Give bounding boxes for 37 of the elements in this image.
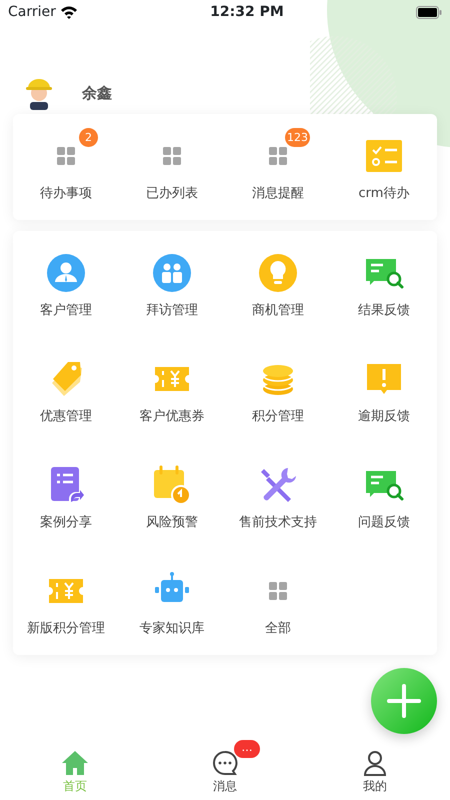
shortcut-label[interactable]: 新版积分管理: [27, 620, 105, 638]
shortcut-label[interactable]: 积分管理: [252, 408, 304, 426]
battery-icon: [416, 6, 442, 18]
person-icon: [46, 253, 86, 293]
shortcut-label[interactable]: 消息提醒: [252, 185, 304, 203]
count-badge: 2: [79, 128, 98, 147]
people-icon: [152, 253, 192, 293]
shortcut-label[interactable]: 拜访管理: [146, 302, 198, 320]
lightbulb-icon: [258, 253, 298, 293]
chat-icon: [212, 750, 238, 776]
shortcut-label[interactable]: 待办事项: [40, 185, 92, 203]
shortcut-label[interactable]: 风险预警: [146, 514, 198, 532]
shortcut-label[interactable]: 全部: [265, 620, 291, 638]
shortcut-label[interactable]: 逾期反馈: [358, 408, 410, 426]
shortcut-label[interactable]: 问题反馈: [358, 514, 410, 532]
carrier-name: Carrier: [8, 2, 56, 22]
shortcut-label[interactable]: 客户管理: [40, 302, 92, 320]
message-badge: …: [234, 740, 260, 758]
shortcut-label[interactable]: 商机管理: [252, 302, 304, 320]
tab-bar-item[interactable]: 我的: [300, 744, 450, 800]
user-icon: [362, 750, 388, 776]
plus-icon: [387, 684, 421, 718]
status-time: 12:32 PM: [210, 2, 284, 22]
shortcut-label[interactable]: 售前技术支持: [239, 514, 317, 532]
shortcut-label[interactable]: 结果反馈: [358, 302, 410, 320]
shortcut-label[interactable]: 案例分享: [40, 514, 92, 532]
shortcut-label[interactable]: crm待办: [358, 185, 410, 203]
user-name: 余鑫: [82, 82, 112, 104]
count-badge: 123: [285, 128, 310, 147]
shortcut-label[interactable]: 专家知识库: [140, 620, 204, 638]
wifi-icon: [60, 5, 78, 19]
shortcut-label[interactable]: 客户优惠券: [140, 408, 204, 426]
calendar-icon: [152, 465, 192, 505]
home-icon: [61, 750, 89, 776]
shortcut-label[interactable]: 优惠管理: [40, 408, 92, 426]
shortcut-label[interactable]: 已办列表: [146, 185, 198, 203]
avatar-icon: [24, 76, 54, 110]
